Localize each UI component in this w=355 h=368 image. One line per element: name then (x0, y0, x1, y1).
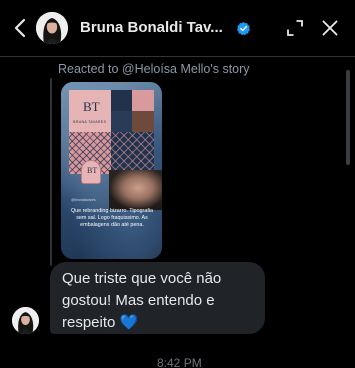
message-bubble[interactable]: Que triste que você não gostou! Mas ente… (50, 262, 265, 334)
back-arrow-icon (14, 18, 26, 38)
avatar[interactable] (36, 12, 68, 44)
story-tile (111, 90, 132, 111)
sender-avatar[interactable] (12, 307, 39, 334)
back-button[interactable] (10, 14, 30, 42)
story-seal-monogram: BT (87, 166, 98, 175)
reply-context-bar (50, 78, 52, 266)
story-preview[interactable]: BT BRUNA TAVARES BT @brunatavares Que re… (61, 82, 162, 259)
conversation-header: Bruna Bonaldi Tav... (0, 0, 355, 56)
conversation-title[interactable]: Bruna Bonaldi Tav... (80, 19, 223, 36)
story-brand-label: BRUNA TAVARES (73, 120, 107, 124)
expand-icon[interactable] (286, 19, 304, 37)
story-pattern-tile (111, 132, 154, 174)
verified-badge-icon (236, 21, 251, 36)
story-tile (132, 111, 154, 132)
reply-context-text: Reacted to @Heloísa Mello's story (58, 62, 250, 76)
header-divider (0, 56, 355, 57)
message-text: Que triste que você não gostou! Mas ente… (62, 270, 222, 331)
story-seal: BT (81, 160, 101, 184)
message-timestamp: 8:42 PM (157, 356, 202, 368)
story-monogram: BT (83, 99, 100, 114)
story-tile (132, 90, 154, 111)
story-photo (109, 170, 162, 210)
story-handle: @brunatavares (71, 198, 96, 202)
scrollbar[interactable] (346, 70, 350, 165)
story-caption: Que rebranding bizarro. Tipografia sem s… (70, 208, 154, 228)
close-icon[interactable] (321, 19, 339, 37)
story-tile (111, 111, 132, 132)
story-logo-tile: BT BRUNA TAVARES (69, 90, 111, 132)
